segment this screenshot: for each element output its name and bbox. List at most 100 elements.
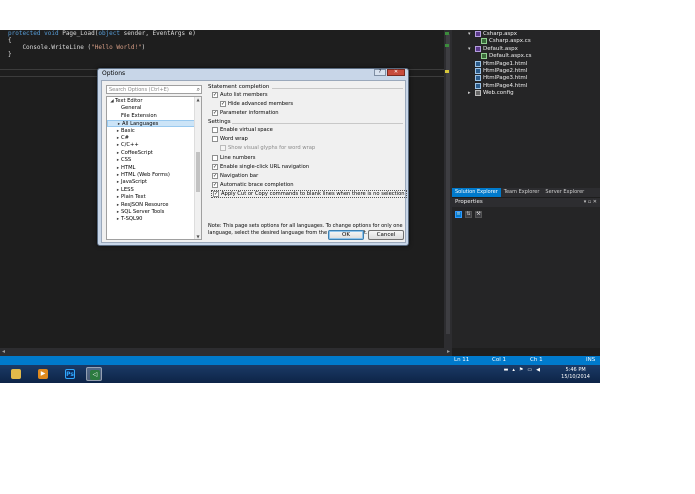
checkbox[interactable] [212,110,218,116]
close-button[interactable]: ✕ [387,69,405,76]
tree-scrollbar[interactable]: ▲ ▼ [194,97,201,239]
checkbox[interactable] [220,101,226,107]
taskbar-explorer[interactable] [8,367,24,381]
code-line-3: Console.WriteLine ("Hello World!") [8,44,145,51]
tree-item-label: HTML (Web Forms) [121,172,170,178]
ok-button[interactable]: OK [328,230,364,240]
checkbox[interactable] [212,164,218,170]
checkbox[interactable] [212,173,218,179]
solution-item[interactable]: Csharp.aspx.cs [474,38,531,45]
option-label: Show visual glyphs for word wrap [228,145,316,151]
tree-item[interactable]: ◢Text Editor [107,98,195,105]
tree-scrollbar-thumb[interactable] [196,152,200,192]
option-auto-list-members[interactable]: Auto list members [212,92,268,98]
options-tree[interactable]: ◢Text Editor General File Extension ▸ All La… [106,96,202,240]
tree-item[interactable]: ▸ CoffeeScript [107,150,195,157]
tree-item[interactable]: ▸ HTML [107,165,195,172]
checkbox[interactable] [212,136,218,142]
tab-server-explorer[interactable]: Server Explorer [542,188,587,197]
cancel-button[interactable]: Cancel [368,230,404,240]
solution-item[interactable]: HtmlPage2.html [468,68,527,74]
clock[interactable]: 5:46 PM 15/10/2014 [561,367,590,381]
scroll-down-icon[interactable]: ▼ [195,234,201,239]
solution-item[interactable]: HtmlPage4.html [468,82,527,89]
tree-item[interactable]: ▸ Plain Text [107,194,195,201]
volume-icon[interactable]: ◀ [536,367,540,373]
tree-item[interactable]: ▸ T-SQL90 [107,216,195,223]
checkbox[interactable] [212,127,218,133]
clock-date: 15/10/2014 [561,374,590,380]
solution-item-label: Default.aspx.cs [489,53,532,60]
checkbox[interactable] [212,182,218,188]
editor-vertical-scrollbar[interactable] [444,30,452,348]
solution-item[interactable]: ▾ Csharp.aspx [468,31,517,37]
checkbox[interactable] [212,92,218,98]
tree-item[interactable]: ▸ HTML (Web Forms) [107,172,195,179]
tree-item[interactable]: ▸ C# [107,135,195,142]
tree-item[interactable]: ▸ CSS [107,157,195,164]
expander-icon[interactable]: ▾ [468,46,473,52]
scroll-left-icon[interactable]: ◂ [2,348,5,355]
status-line: Ln 11 [454,357,470,363]
checkbox[interactable] [212,155,218,161]
taskbar-visual-studio[interactable]: ◁ [86,367,102,381]
solution-item[interactable]: HtmlPage1.html [468,60,527,67]
search-options-input[interactable]: Search Options (Ctrl+E) ⌕ [106,85,202,94]
option-navigation-bar[interactable]: Navigation bar [212,173,258,179]
tree-item[interactable]: ▸ ResJSON Resource [107,202,195,209]
option-automatic-brace-completion[interactable]: Automatic brace completion [212,182,294,188]
tree-item[interactable]: ▸ Basic [107,128,195,135]
solution-item[interactable]: ▸ Web.config [468,90,514,97]
wrench-icon[interactable]: ⚒ [475,211,482,218]
parameters: sender, EventArgs e) [120,30,196,37]
panel-controls[interactable]: ▾ ▫ ✕ [584,199,597,205]
option-enable-virtual-space[interactable]: Enable virtual space [212,127,273,133]
scroll-right-icon[interactable]: ▸ [447,348,450,355]
settings-header: Settings [208,119,231,125]
search-placeholder: Search Options (Ctrl+E) [109,87,169,93]
option-word-wrap[interactable]: Word wrap [212,136,248,142]
option-label: Enable single-click URL navigation [220,164,310,170]
solution-item[interactable]: Default.aspx.cs [474,53,532,60]
display-icon[interactable]: ▭ [527,367,532,373]
expander-icon[interactable]: ▸ [468,90,473,96]
expander-icon[interactable]: ▾ [468,31,473,37]
alphabetical-icon[interactable]: ⇅ [465,211,472,218]
scrollbar-thumb[interactable] [446,34,450,334]
search-icon[interactable]: ⌕ [197,86,200,94]
option-single-click-url[interactable]: Enable single-click URL navigation [212,164,309,170]
tab-team-explorer[interactable]: Team Explorer [501,188,543,197]
taskbar-media-player[interactable]: ▶ [35,367,51,381]
properties-panel: Properties ▾ ▫ ✕ ≡ ⇅ ⚒ [452,198,600,348]
editor-horizontal-scrollbar[interactable]: ◂ ▸ [0,348,452,356]
tree-item[interactable]: General [107,105,195,112]
option-hide-advanced-members[interactable]: Hide advanced members [220,101,293,107]
show-hidden-icon[interactable]: ▴ [512,367,515,373]
taskbar-photoshop[interactable]: Ps [62,367,78,381]
solution-item[interactable]: ▾ Default.aspx [468,45,518,52]
tree-item[interactable]: File Extension [107,113,195,120]
option-apply-cut-copy[interactable]: Apply Cut or Copy commands to blank line… [211,190,407,198]
tree-item[interactable]: ▸ LESS [107,187,195,194]
flag-icon[interactable]: ⚑ [519,367,523,373]
option-line-numbers[interactable]: Line numbers [212,155,255,161]
help-button[interactable]: ? [374,69,386,76]
status-insert-mode: INS [586,357,596,363]
clock-time: 5:46 PM [565,367,586,373]
checkbox[interactable] [213,191,219,197]
scroll-up-icon[interactable]: ▲ [195,97,201,102]
string-literal: "Hello World!" [91,44,142,51]
statement-end: ) [141,44,146,51]
network-icon[interactable]: ▬ [504,367,509,373]
tree-item[interactable]: ▸ C/C++ [107,142,195,149]
option-parameter-information[interactable]: Parameter information [212,110,279,116]
option-label: Auto list members [220,92,268,98]
tree-item[interactable]: ▸ SQL Server Tools [107,209,195,216]
tab-solution-explorer[interactable]: Solution Explorer [452,188,501,197]
tree-item[interactable]: ▸ All Languages [107,120,195,128]
solution-item[interactable]: HtmlPage3.html [468,75,527,82]
tree-item[interactable]: ▸ JavaScript [107,179,195,186]
categorized-icon[interactable]: ≡ [455,211,462,218]
keyword: void [44,30,59,37]
solution-item-label: Csharp.aspx [483,31,518,37]
